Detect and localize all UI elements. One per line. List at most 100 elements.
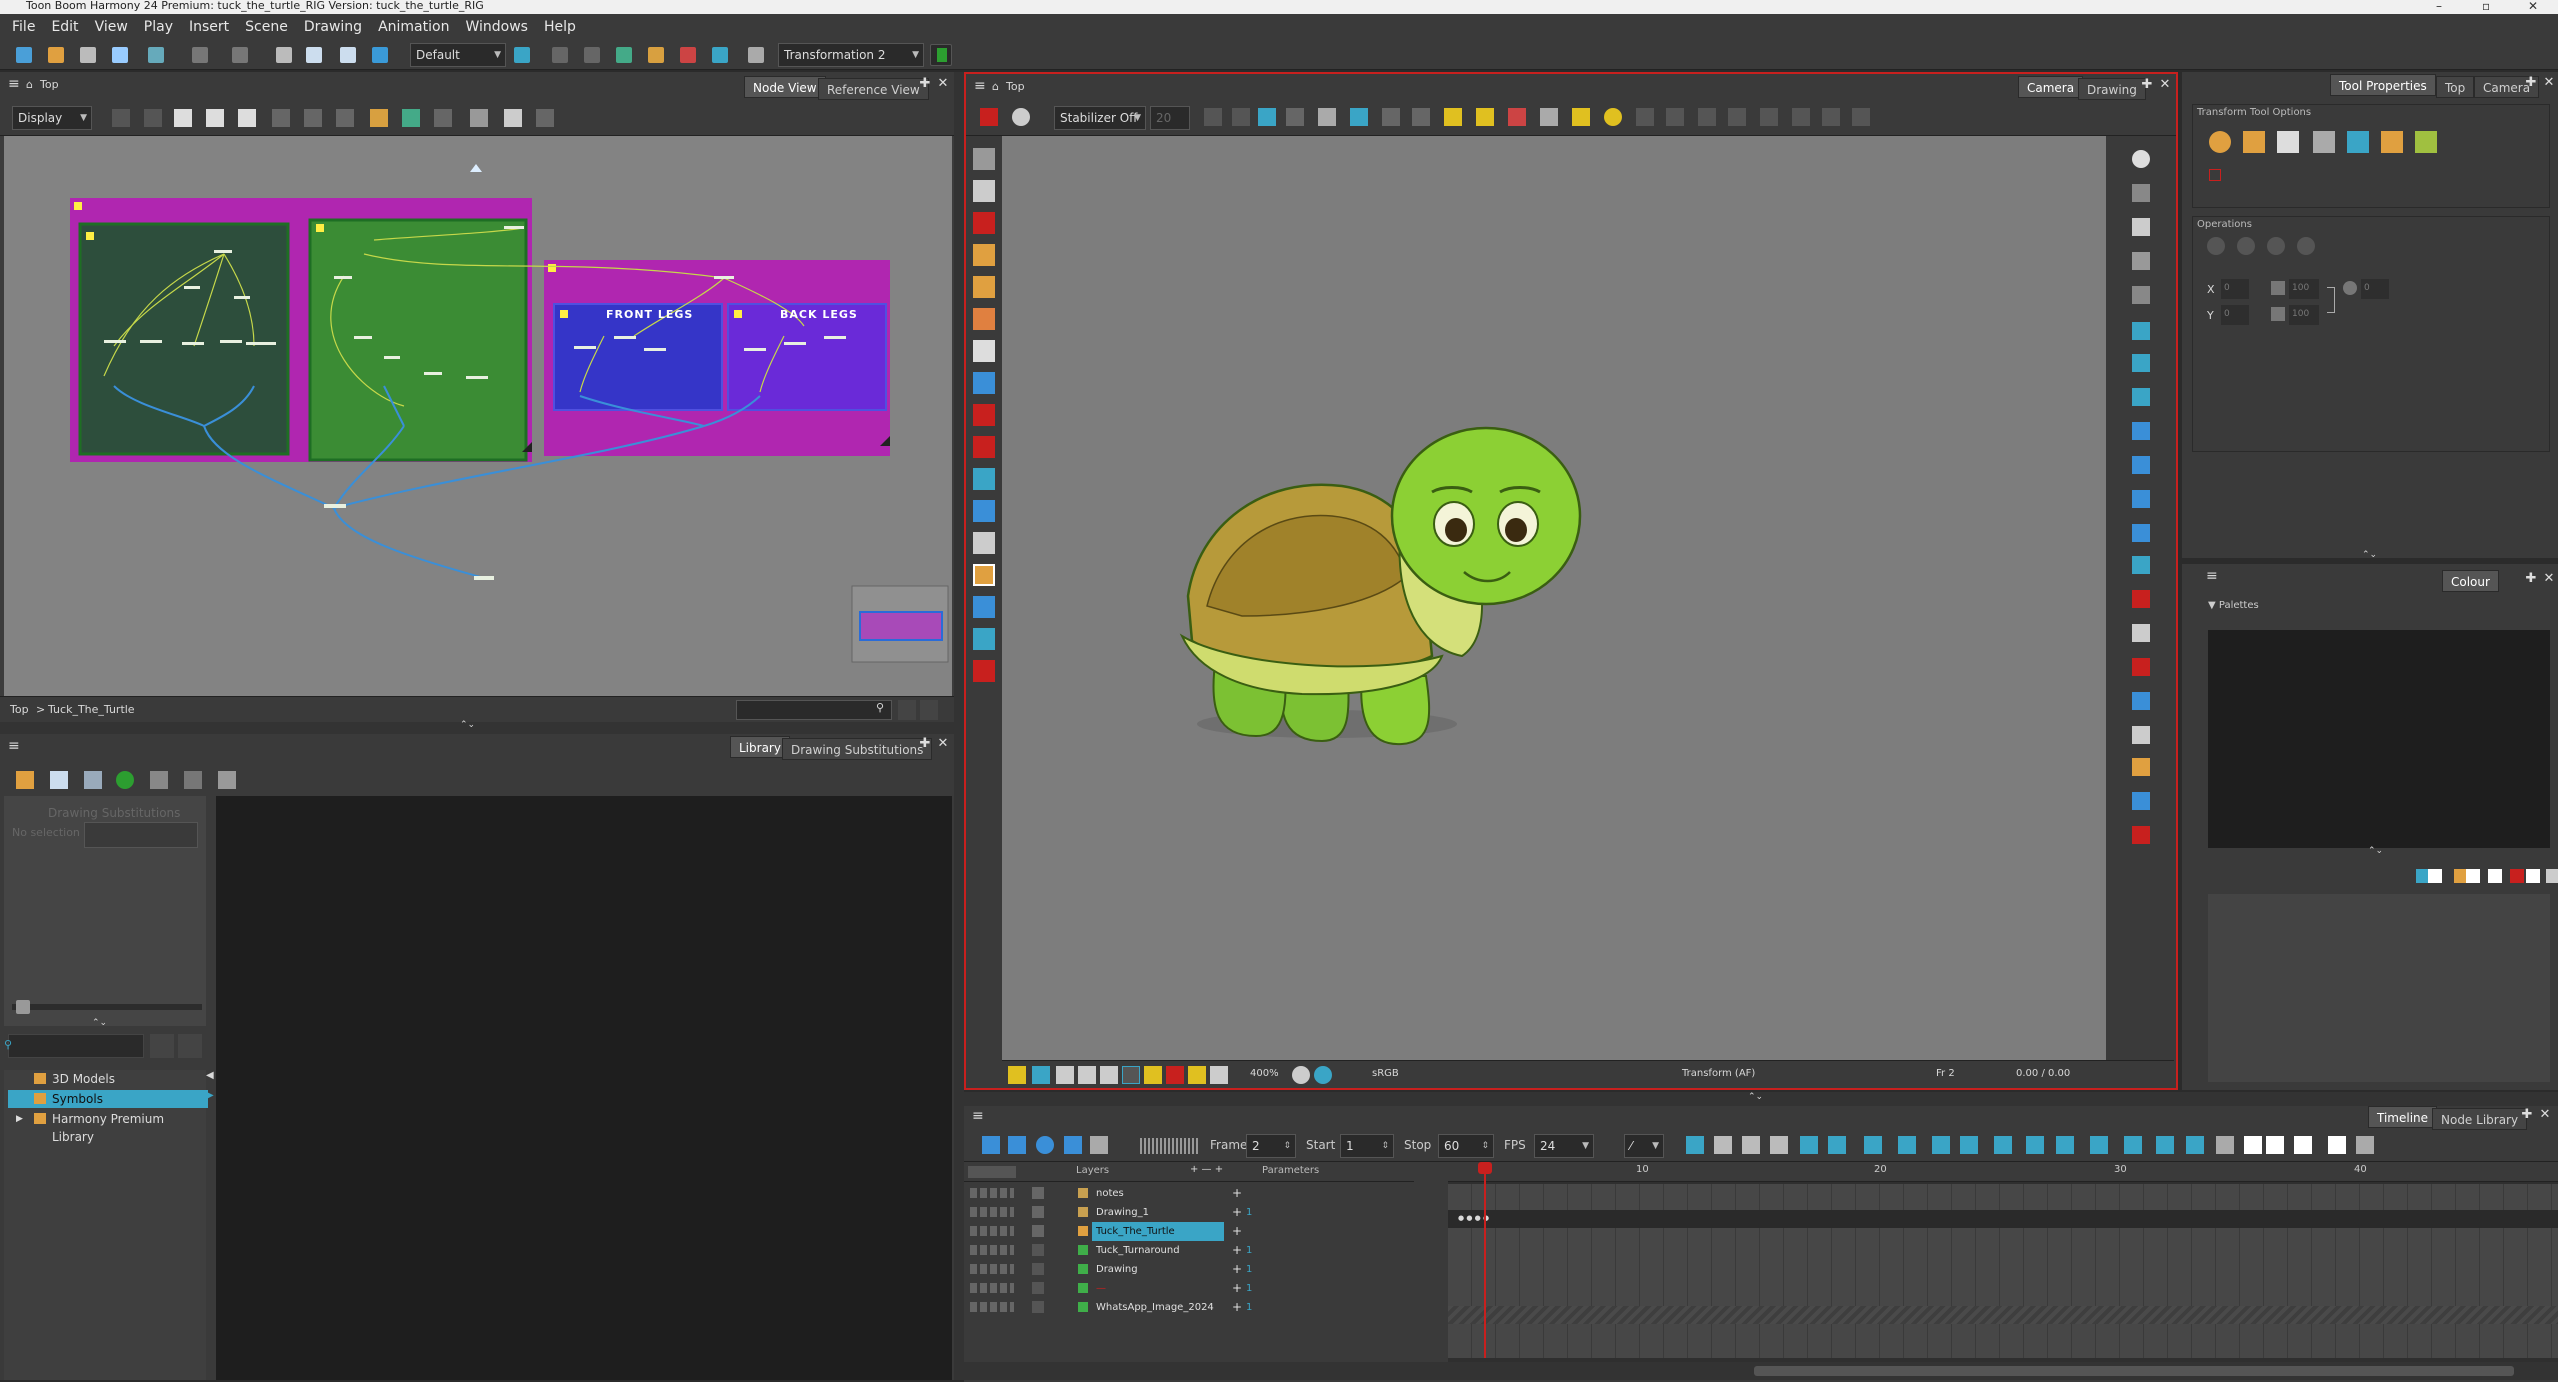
view-tool-icon[interactable] — [1666, 108, 1684, 126]
cell-icon[interactable] — [2356, 1136, 2374, 1154]
tab-top[interactable]: Top — [2436, 76, 2475, 98]
rotate-icon[interactable] — [2267, 237, 2285, 255]
rigging-tool-icon[interactable] — [973, 596, 995, 618]
cut-cable-icon[interactable] — [504, 109, 522, 127]
deform-icon[interactable] — [2132, 354, 2150, 372]
pivot-icon[interactable] — [2415, 131, 2437, 153]
spinner-icon[interactable]: ⇕ — [1283, 1135, 1291, 1157]
layer-name[interactable]: Drawing_1 — [1092, 1203, 1153, 1222]
keyframe-icon[interactable] — [2186, 1136, 2204, 1154]
ik-icon[interactable] — [712, 47, 728, 63]
cell-icon[interactable] — [2294, 1136, 2312, 1154]
menu-drawing[interactable]: Drawing — [296, 19, 370, 35]
flag-icon[interactable] — [930, 44, 952, 66]
brush-tool-icon[interactable] — [973, 212, 995, 234]
cell-icon[interactable] — [2244, 1136, 2262, 1154]
ease-icon[interactable] — [1770, 1136, 1788, 1154]
view-tool-icon[interactable] — [1760, 108, 1778, 126]
view-mode-icon[interactable] — [2132, 150, 2150, 168]
playhead[interactable] — [1484, 1162, 1486, 1358]
node-tool-icon[interactable] — [144, 109, 162, 127]
backdrop-icon[interactable] — [470, 109, 488, 127]
library-content-area[interactable] — [216, 796, 952, 1380]
layer-toggles[interactable] — [970, 1264, 1014, 1274]
peg-node-icon[interactable] — [370, 109, 388, 127]
list-view-icon[interactable] — [184, 771, 202, 789]
layer-row[interactable]: Drawing +1 — [964, 1260, 1414, 1279]
deformer-icon[interactable] — [552, 47, 568, 63]
keyframe-icon[interactable] — [1864, 1136, 1882, 1154]
keyframe-icon[interactable] — [2124, 1136, 2142, 1154]
keyframe-icon[interactable] — [2090, 1136, 2108, 1154]
view-tool-icon[interactable] — [1540, 108, 1558, 126]
function-icon[interactable] — [2132, 726, 2150, 744]
status-icon[interactable] — [1078, 1066, 1096, 1084]
cell-icon[interactable] — [2216, 1136, 2234, 1154]
cut-icon[interactable] — [276, 47, 292, 63]
view-tool-icon[interactable] — [1508, 108, 1526, 126]
menu-animation[interactable]: Animation — [370, 19, 457, 35]
add-param-icon[interactable]: + — [1232, 1203, 1242, 1222]
deform-icon[interactable] — [2132, 692, 2150, 710]
splitter[interactable]: ⌃⌄ — [0, 720, 954, 734]
status-icon[interactable] — [1056, 1066, 1074, 1084]
turtle-character[interactable] — [1002, 136, 2106, 1060]
peg-select-icon[interactable] — [2313, 131, 2335, 153]
tab-timeline[interactable]: Timeline — [2368, 1106, 2438, 1128]
selected-layer-track[interactable]: ● ● ● ● — [1448, 1210, 2558, 1228]
dropper-tool-icon[interactable] — [973, 468, 995, 490]
layer-color-swatch[interactable] — [1032, 1187, 1044, 1199]
close-panel-icon[interactable]: ✕ — [936, 77, 950, 91]
search-prev-icon[interactable] — [150, 1034, 174, 1058]
grid-icon[interactable] — [1286, 108, 1304, 126]
node-graph-canvas[interactable]: FRONT LEGS BACK LEGS — [4, 136, 952, 696]
layer-toggles[interactable] — [970, 1188, 1014, 1198]
backdrop-color-icon[interactable] — [86, 232, 94, 240]
menu-scene[interactable]: Scene — [237, 19, 296, 35]
backdrop-color-icon[interactable] — [548, 264, 556, 272]
lasso-icon[interactable] — [2209, 131, 2231, 153]
angle-field[interactable]: 0 — [2361, 279, 2389, 299]
contour-editor-icon[interactable] — [973, 180, 995, 202]
shape-tool-icon[interactable] — [973, 372, 995, 394]
pivot-tool-icon[interactable] — [973, 628, 995, 650]
add-panel-icon[interactable]: ✚ — [918, 77, 932, 91]
minimize-icon[interactable]: – — [2436, 0, 2442, 12]
home-icon[interactable]: ⌂ — [26, 78, 33, 91]
tree-item-symbols[interactable]: Symbols — [8, 1090, 208, 1108]
flip-icon[interactable] — [2207, 237, 2225, 255]
bone-icon[interactable] — [2347, 131, 2369, 153]
menu-view[interactable]: View — [87, 19, 136, 35]
status-icon[interactable] — [1210, 1066, 1228, 1084]
status-icon[interactable] — [1314, 1066, 1332, 1084]
view-tool-icon[interactable] — [1852, 108, 1870, 126]
menu-insert[interactable]: Insert — [181, 19, 237, 35]
flip-icon[interactable] — [2237, 237, 2255, 255]
layer-color-swatch[interactable] — [1032, 1206, 1044, 1218]
view-tool-icon[interactable] — [1572, 108, 1590, 126]
tab-colour[interactable]: Colour — [2442, 570, 2499, 592]
tab-node-library[interactable]: Node Library — [2432, 1108, 2528, 1130]
transformation-icon[interactable] — [748, 47, 764, 63]
swatch-icon[interactable] — [2466, 869, 2480, 883]
panel-menu-icon[interactable]: ≡ — [8, 76, 20, 92]
menu-help[interactable]: Help — [536, 19, 584, 35]
add-panel-icon[interactable]: ✚ — [2524, 76, 2538, 90]
deform-icon[interactable] — [2132, 456, 2150, 474]
backdrop-head[interactable] — [308, 218, 528, 462]
stabilizer-amount[interactable]: 20 — [1150, 106, 1190, 130]
deform-icon[interactable] — [2132, 422, 2150, 440]
fps-field[interactable]: 24 ▼ — [1534, 1134, 1594, 1158]
status-icon[interactable] — [1100, 1066, 1118, 1084]
substitution-slider[interactable] — [12, 1004, 202, 1010]
node-search-input[interactable] — [736, 700, 892, 720]
view-tool-icon[interactable] — [1204, 108, 1222, 126]
layer-name[interactable]: WhatsApp_Image_2024 — [1092, 1298, 1218, 1317]
transform-tool-icon[interactable] — [973, 564, 995, 586]
tab-library[interactable]: Library — [730, 736, 790, 758]
new-scene-icon[interactable] — [16, 47, 32, 63]
interpolation-combo[interactable]: ⁄ ▼ — [1624, 1134, 1664, 1158]
status-icon[interactable] — [1008, 1066, 1026, 1084]
status-icon[interactable] — [1188, 1066, 1206, 1084]
colour-list[interactable] — [2208, 894, 2550, 1082]
